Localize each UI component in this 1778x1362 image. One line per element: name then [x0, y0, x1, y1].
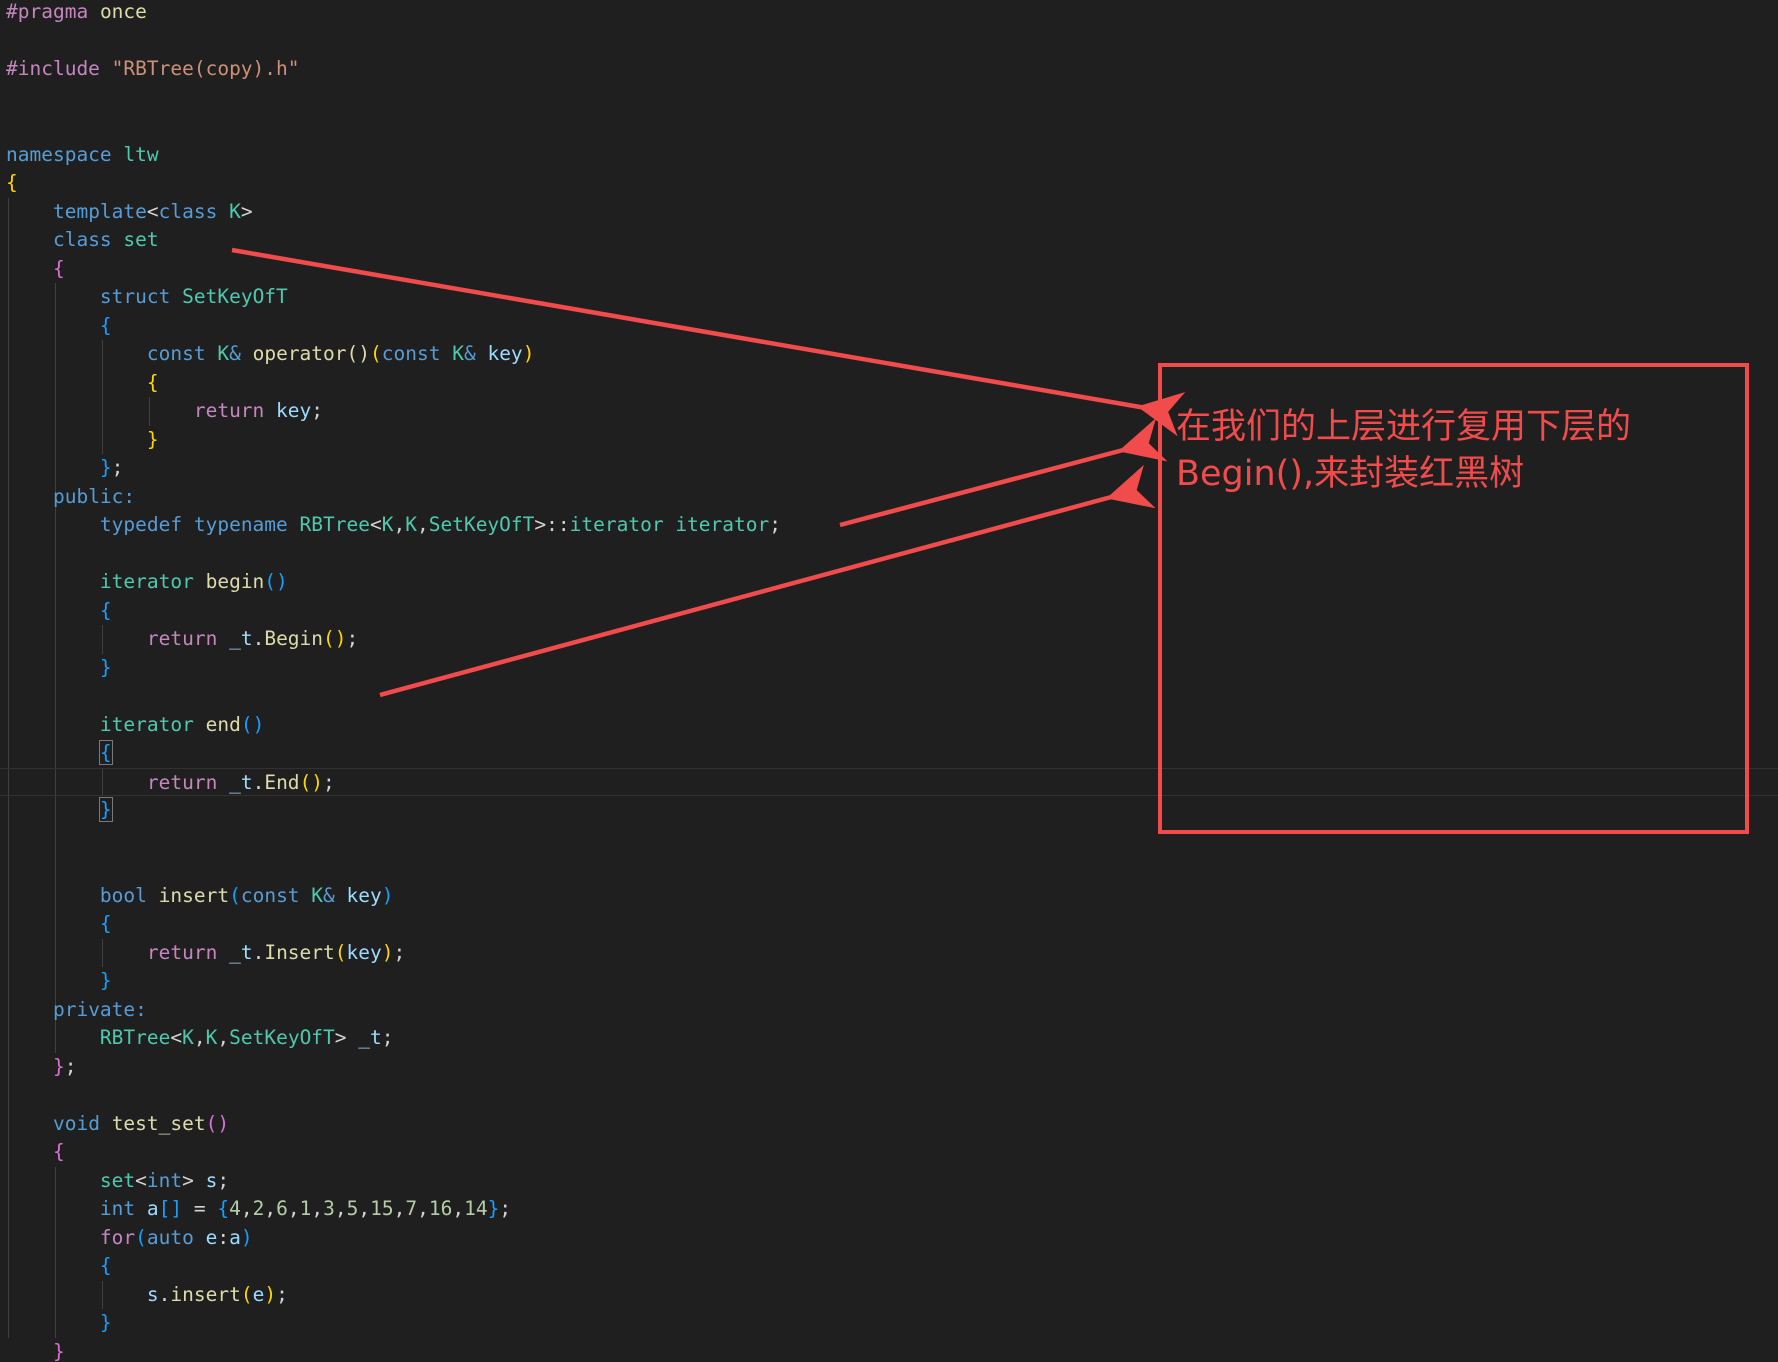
arrow-to-end	[379, 464, 1156, 698]
arrow-to-class-set	[231, 247, 1186, 437]
annotation-text: 在我们的上层进行复用下层的 Begin(),来封装红黑树	[1176, 404, 1736, 498]
annotation-line-1: 在我们的上层进行复用下层的	[1176, 407, 1632, 447]
arrow-to-typedef	[839, 418, 1168, 528]
annotation-line-2: Begin(),来封装红黑树	[1176, 454, 1525, 494]
